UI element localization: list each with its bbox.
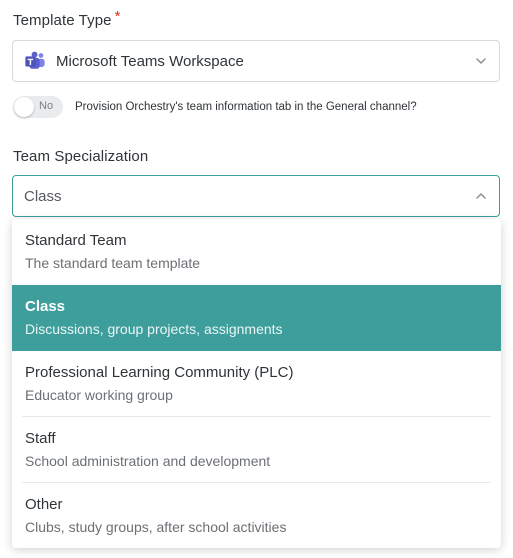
- chevron-up-icon[interactable]: [475, 190, 487, 202]
- template-type-value: Microsoft Teams Workspace: [56, 52, 244, 70]
- option-title: Standard Team: [25, 232, 127, 249]
- toggle-knob: [14, 97, 34, 117]
- option-description: Discussions, group projects, assignments: [25, 321, 283, 337]
- provision-tab-text: Provision Orchestry's team information t…: [75, 101, 417, 113]
- provision-tab-toggle[interactable]: No: [13, 96, 63, 118]
- toggle-state-label: No: [39, 100, 54, 112]
- option-standard-team[interactable]: Standard Team The standard team template: [12, 219, 501, 285]
- team-specialization-dropdown: Standard Team The standard team template…: [12, 219, 501, 548]
- option-title: Class: [25, 298, 66, 315]
- option-description: The standard team template: [25, 255, 201, 271]
- provision-tab-row: No Provision Orchestry's team informatio…: [13, 96, 417, 118]
- required-marker: *: [114, 8, 121, 25]
- team-specialization-label: Team Specialization: [13, 148, 149, 165]
- option-description: School administration and development: [25, 453, 271, 469]
- option-title: Other: [25, 496, 63, 513]
- option-title: Staff: [25, 430, 56, 447]
- template-type-label-text: Template Type: [13, 12, 112, 29]
- team-specialization-select[interactable]: Class: [12, 175, 500, 217]
- option-class[interactable]: Class Discussions, group projects, assig…: [12, 285, 501, 351]
- microsoft-teams-icon: [25, 51, 45, 69]
- option-staff[interactable]: Staff School administration and developm…: [12, 417, 501, 483]
- option-description: Educator working group: [25, 387, 173, 403]
- template-type-label: Template Type *: [13, 8, 121, 29]
- option-other[interactable]: Other Clubs, study groups, after school …: [12, 483, 501, 548]
- option-description: Clubs, study groups, after school activi…: [25, 519, 287, 535]
- template-form: Template Type * Microsoft Teams Workspace…: [0, 0, 513, 558]
- option-plc[interactable]: Professional Learning Community (PLC) Ed…: [12, 351, 501, 417]
- option-title: Professional Learning Community (PLC): [25, 364, 294, 381]
- template-type-select[interactable]: Microsoft Teams Workspace: [12, 40, 500, 82]
- chevron-down-icon[interactable]: [475, 55, 487, 67]
- team-specialization-value[interactable]: Class: [24, 188, 62, 205]
